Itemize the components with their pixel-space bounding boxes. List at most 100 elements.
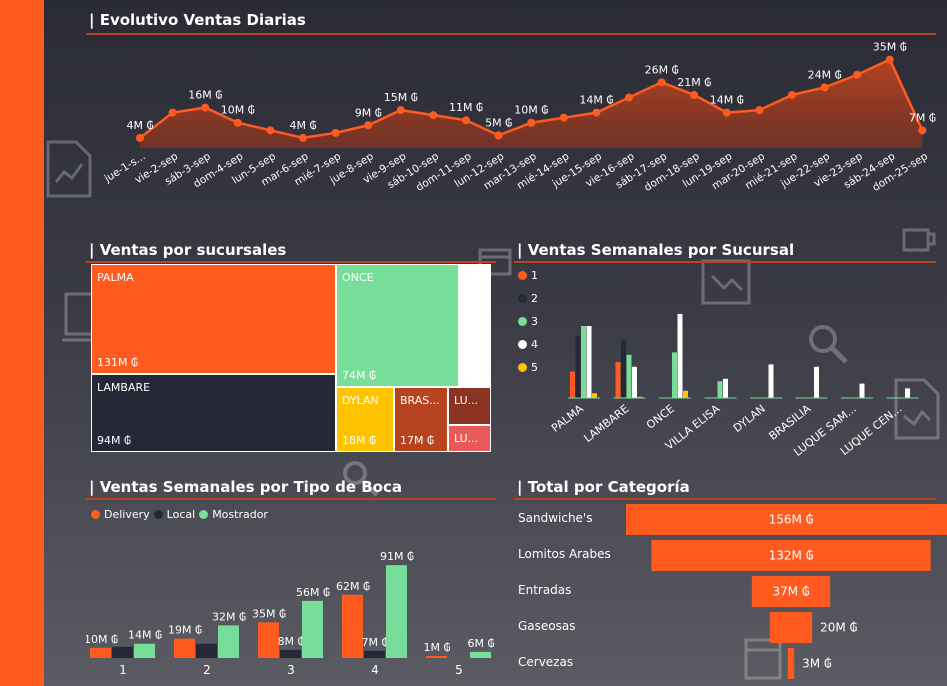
daily-sales-data-label: 5M ₲ [485, 116, 512, 129]
daily-sales-point[interactable] [592, 108, 601, 117]
weekly-type-bar[interactable] [426, 656, 447, 658]
weekly-branch-bar[interactable] [621, 340, 626, 398]
legend-item[interactable]: Delivery [91, 508, 150, 521]
daily-sales-point[interactable] [266, 126, 275, 135]
category-data-label: 20M ₲ [820, 621, 857, 635]
treemap-cell[interactable]: BRAS... 17M ₲ [394, 387, 448, 452]
treemap-cell[interactable] [459, 264, 491, 387]
weekly-branch-bar[interactable] [592, 393, 597, 398]
daily-sales-point[interactable] [168, 108, 177, 117]
daily-sales-point[interactable] [755, 106, 764, 115]
weekly-branch-bar[interactable] [632, 366, 637, 398]
weekly-type-bar[interactable] [196, 643, 217, 658]
daily-sales-point[interactable] [722, 108, 731, 117]
branch-sales-treemap: PALMA 131M ₲ LAMBARE 94M ₲ ONCE 74M ₲ DYLAN 18M… [91, 264, 491, 452]
weekly-type-legend: Delivery Local Mostrador [91, 508, 272, 521]
daily-sales-point[interactable] [625, 93, 633, 102]
daily-sales-point[interactable] [853, 70, 862, 79]
daily-sales-point[interactable] [331, 128, 340, 137]
weekly-type-bar[interactable] [364, 650, 385, 658]
legend-label: 2 [531, 292, 538, 305]
legend-label: Local [166, 508, 196, 521]
legend-item[interactable]: 3 [518, 315, 538, 328]
daily-sales-point[interactable] [462, 116, 470, 125]
treemap-cell[interactable]: ONCE 74M ₲ [336, 264, 459, 387]
legend-item[interactable]: 4 [518, 338, 538, 351]
daily-sales-data-label: 35M ₲ [873, 41, 907, 54]
weekly-branch-bar[interactable] [575, 335, 581, 398]
daily-sales-point[interactable] [885, 55, 894, 64]
daily-sales-point[interactable] [233, 118, 242, 127]
branch-sales-title: | Ventas por sucursales [89, 241, 287, 259]
daily-sales-point[interactable] [657, 78, 666, 87]
weekly-branch-bar[interactable] [615, 362, 621, 398]
weekly-branch-bar[interactable] [905, 388, 910, 398]
weekly-type-data-label: 7M ₲ [362, 636, 389, 649]
category-bar[interactable] [787, 648, 795, 679]
weekly-type-bar[interactable] [218, 625, 239, 658]
category-bar[interactable] [769, 612, 813, 643]
weekly-type-bar[interactable] [90, 647, 111, 658]
daily-sales-point[interactable] [918, 126, 927, 135]
weekly-branch-bar[interactable] [672, 352, 677, 398]
category-label: Lomitos Arabes [518, 547, 611, 561]
daily-sales-point[interactable] [820, 83, 829, 92]
weekly-branch-bar[interactable] [768, 364, 774, 398]
weekly-branch-bar[interactable] [581, 326, 586, 398]
weekly-branch-bar[interactable] [723, 378, 728, 398]
weekly-type-bar[interactable] [342, 594, 363, 658]
weekly-type-bar[interactable] [470, 651, 491, 658]
category-title: | Total por Categoría [517, 478, 690, 496]
treemap-cell[interactable]: PALMA 131M ₲ [91, 264, 336, 374]
treemap-cell-value: 74M ₲ [342, 369, 376, 382]
daily-sales-point[interactable] [429, 111, 438, 120]
daily-sales-data-label: 21M ₲ [677, 76, 711, 89]
daily-sales-data-label: 15M ₲ [384, 91, 418, 104]
weekly-branch-bar[interactable] [586, 326, 592, 398]
treemap-cell-value: 131M ₲ [97, 356, 138, 369]
daily-sales-point[interactable] [527, 118, 536, 127]
treemap-cell[interactable]: DYLAN 18M ₲ [336, 387, 394, 452]
category-label: Sandwiche's [518, 511, 593, 525]
weekly-type-bar[interactable] [174, 638, 195, 658]
weekly-branch-bar[interactable] [570, 371, 575, 398]
treemap-cell-label: DYLAN [342, 394, 379, 407]
daily-sales-point[interactable] [136, 133, 144, 142]
daily-sales-data-label: 10M ₲ [221, 104, 255, 117]
treemap-cell[interactable]: LU... [448, 387, 491, 425]
legend-label: 1 [531, 269, 538, 282]
weekly-type-bar[interactable] [258, 622, 279, 658]
legend-item[interactable]: 5 [518, 361, 538, 374]
weekly-branch-bar[interactable] [683, 390, 688, 398]
weekly-branch-bar[interactable] [626, 354, 632, 398]
daily-sales-data-label: 7M ₲ [909, 111, 936, 124]
weekly-type-bar[interactable] [386, 565, 407, 658]
weekly-branch-bar[interactable] [677, 314, 683, 398]
legend-item[interactable]: 1 [518, 269, 538, 282]
weekly-branch-bar[interactable] [814, 366, 819, 398]
daily-sales-point[interactable] [559, 113, 568, 122]
legend-item[interactable]: Mostrador [199, 508, 268, 521]
weekly-type-bar[interactable] [134, 643, 155, 658]
legend-item[interactable]: 2 [518, 292, 538, 305]
legend-item[interactable]: Local [153, 508, 196, 521]
daily-sales-point[interactable] [201, 103, 210, 112]
daily-sales-point[interactable] [690, 90, 699, 99]
weekly-branch-bar[interactable] [717, 381, 723, 398]
legend-dot [518, 271, 527, 280]
daily-sales-point[interactable] [364, 121, 373, 130]
weekly-type-bar[interactable] [112, 646, 133, 658]
category-data-label: 37M ₲ [772, 585, 809, 599]
treemap-cell-label: LU... [454, 432, 479, 445]
treemap-cell-value: 18M ₲ [342, 434, 376, 447]
treemap-cell[interactable]: LU... [448, 425, 491, 452]
weekly-type-bar[interactable] [302, 600, 323, 658]
daily-sales-point[interactable] [788, 90, 796, 99]
daily-sales-point[interactable] [299, 133, 307, 142]
weekly-type-tick-label: 2 [203, 663, 211, 677]
weekly-branch-bar[interactable] [859, 383, 865, 398]
daily-sales-point[interactable] [494, 131, 503, 140]
treemap-cell[interactable]: LAMBARE 94M ₲ [91, 374, 336, 452]
weekly-type-bar[interactable] [280, 649, 301, 658]
daily-sales-point[interactable] [396, 106, 405, 115]
